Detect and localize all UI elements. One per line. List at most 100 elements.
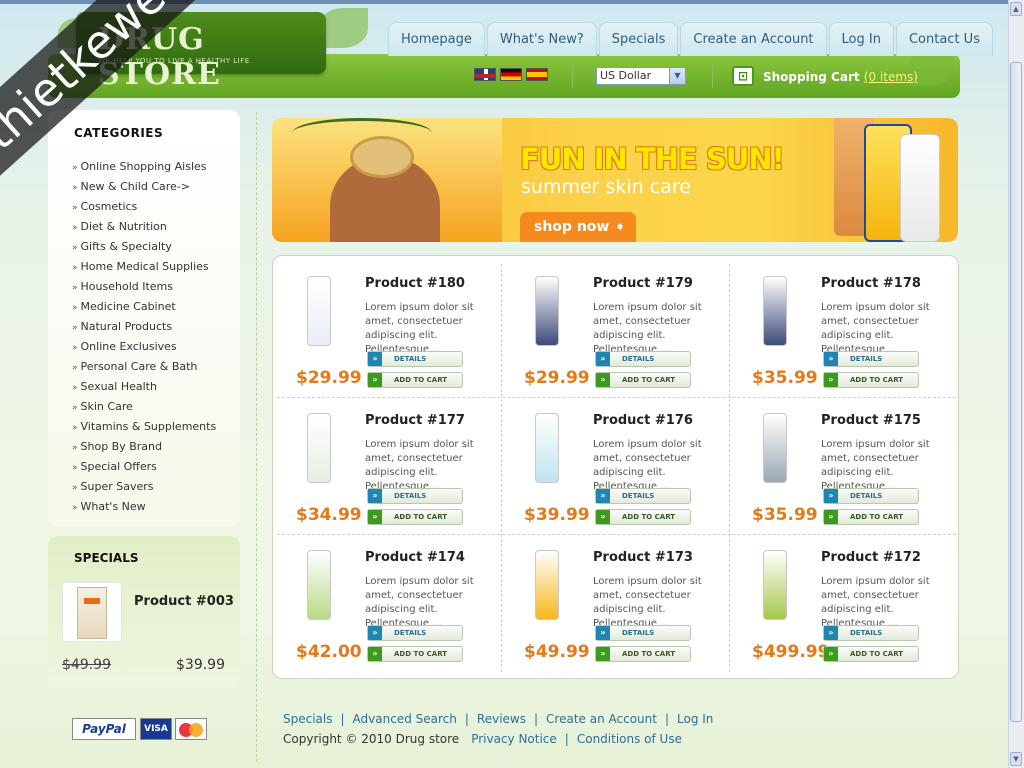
specials-title: SPECIALS [74,551,139,565]
category-item[interactable]: » Shop By Brand [72,440,216,460]
scroll-up-icon[interactable]: ▲ [1010,2,1022,16]
add-to-cart-button[interactable]: » ADD TO CART [823,372,919,388]
category-label: What's New [80,500,146,513]
product-image[interactable] [751,407,799,485]
nav-create-account[interactable]: Create an Account [680,22,827,56]
footer-separator: | [664,712,670,726]
category-item[interactable]: » Skin Care [72,400,216,420]
special-new-price: $39.99 [176,657,225,673]
add-to-cart-button[interactable]: » ADD TO CART [595,372,691,388]
scrollbar-thumb[interactable] [1010,62,1022,722]
category-item[interactable]: » What's New [72,500,216,520]
shopping-cart-link[interactable]: Shopping Cart (0 items) [763,70,918,84]
add-to-cart-button[interactable]: » ADD TO CART [595,509,691,525]
double-arrow-icon: » [596,352,610,366]
add-to-cart-button[interactable]: » ADD TO CART [367,372,463,388]
product-name[interactable]: Product #180 [365,276,465,291]
product-name[interactable]: Product #175 [821,413,921,428]
cart-count-link[interactable]: (0 items) [864,70,918,84]
product-image[interactable] [751,270,799,348]
nav-log-in[interactable]: Log In [828,22,894,56]
add-to-cart-label: ADD TO CART [850,513,904,521]
product-image[interactable] [295,270,343,348]
nav-contact-us[interactable]: Contact Us [895,22,993,56]
category-item[interactable]: » Online Shopping Aisles [72,160,216,180]
category-item[interactable]: » Medicine Cabinet [72,300,216,320]
product-image[interactable] [523,270,571,348]
add-to-cart-button[interactable]: » ADD TO CART [367,509,463,525]
add-to-cart-button[interactable]: » ADD TO CART [367,646,463,662]
product-image[interactable] [295,544,343,622]
footer-link-specials[interactable]: Specials [283,712,333,726]
details-button[interactable]: » DETAILS [595,625,691,641]
product-price: $29.99 [296,368,362,388]
nav-homepage[interactable]: Homepage [388,22,485,56]
add-to-cart-button[interactable]: » ADD TO CART [823,646,919,662]
product-image[interactable] [295,407,343,485]
double-arrow-icon: » [72,283,78,293]
double-arrow-icon: » [368,626,382,640]
category-item[interactable]: » New & Child Care-> [72,180,216,200]
promo-banner[interactable]: FUN IN THE SUN! summer skin care shop no… [272,118,958,242]
category-item[interactable]: » Personal Care & Bath [72,360,216,380]
shopping-cart-icon[interactable]: ⊡ [732,66,754,86]
product-name[interactable]: Product #179 [593,276,693,291]
spanish-flag-icon[interactable] [526,68,548,81]
currency-select[interactable]: US Dollar ▼ [596,67,686,85]
product-name[interactable]: Product #173 [593,550,693,565]
category-item[interactable]: » Online Exclusives [72,340,216,360]
category-item[interactable]: » Sexual Health [72,380,216,400]
product-image[interactable] [751,544,799,622]
details-button[interactable]: » DETAILS [823,488,919,504]
details-button[interactable]: » DETAILS [367,351,463,367]
footer-link-reviews[interactable]: Reviews [477,712,526,726]
details-button[interactable]: » DETAILS [823,625,919,641]
nav-whats-new[interactable]: What's New? [486,22,597,56]
product-name[interactable]: Product #176 [593,413,693,428]
category-item[interactable]: » Cosmetics [72,200,216,220]
product-name[interactable]: Product #178 [821,276,921,291]
product-name[interactable]: Product #177 [365,413,465,428]
product-price: $42.00 [296,642,362,662]
conditions-of-use-link[interactable]: Conditions of Use [577,732,682,746]
footer-link-advanced-search[interactable]: Advanced Search [353,712,457,726]
add-to-cart-button[interactable]: » ADD TO CART [595,646,691,662]
category-label: Online Shopping Aisles [80,160,207,173]
category-item[interactable]: » Natural Products [72,320,216,340]
product-image[interactable] [523,407,571,485]
category-item[interactable]: » Gifts & Specialty [72,240,216,260]
category-item[interactable]: » Super Savers [72,480,216,500]
category-item[interactable]: » Home Medical Supplies [72,260,216,280]
details-button[interactable]: » DETAILS [823,351,919,367]
footer-separator: | [564,732,569,746]
product-bottle-shape [307,276,331,346]
product-name[interactable]: Product #172 [821,550,921,565]
category-item[interactable]: » Vitamins & Supplements [72,420,216,440]
details-button[interactable]: » DETAILS [595,488,691,504]
double-arrow-icon: » [72,463,78,473]
privacy-notice-link[interactable]: Privacy Notice [471,732,557,746]
special-product-image[interactable] [62,582,122,642]
add-to-cart-button[interactable]: » ADD TO CART [823,509,919,525]
details-button[interactable]: » DETAILS [367,625,463,641]
shop-now-button[interactable]: shop now ➧ [520,212,636,242]
details-button[interactable]: » DETAILS [367,488,463,504]
category-item[interactable]: » Diet & Nutrition [72,220,216,240]
product-image[interactable] [523,544,571,622]
special-product-name[interactable]: Product #003 [134,594,234,609]
german-flag-icon[interactable] [500,68,522,81]
english-flag-icon[interactable] [474,68,496,81]
footer-link-create-account[interactable]: Create an Account [546,712,657,726]
product-name[interactable]: Product #174 [365,550,465,565]
footer-link-log-in[interactable]: Log In [677,712,713,726]
details-button[interactable]: » DETAILS [595,351,691,367]
add-to-cart-label: ADD TO CART [622,650,676,658]
product-bottle-shape [307,550,331,620]
scroll-down-icon[interactable]: ▼ [1010,752,1022,766]
category-item[interactable]: » Special Offers [72,460,216,480]
nav-specials[interactable]: Specials [598,22,679,56]
double-arrow-icon: » [824,489,838,503]
double-arrow-icon: » [824,647,838,661]
chevron-down-icon[interactable]: ▼ [669,68,685,84]
category-item[interactable]: » Household Items [72,280,216,300]
